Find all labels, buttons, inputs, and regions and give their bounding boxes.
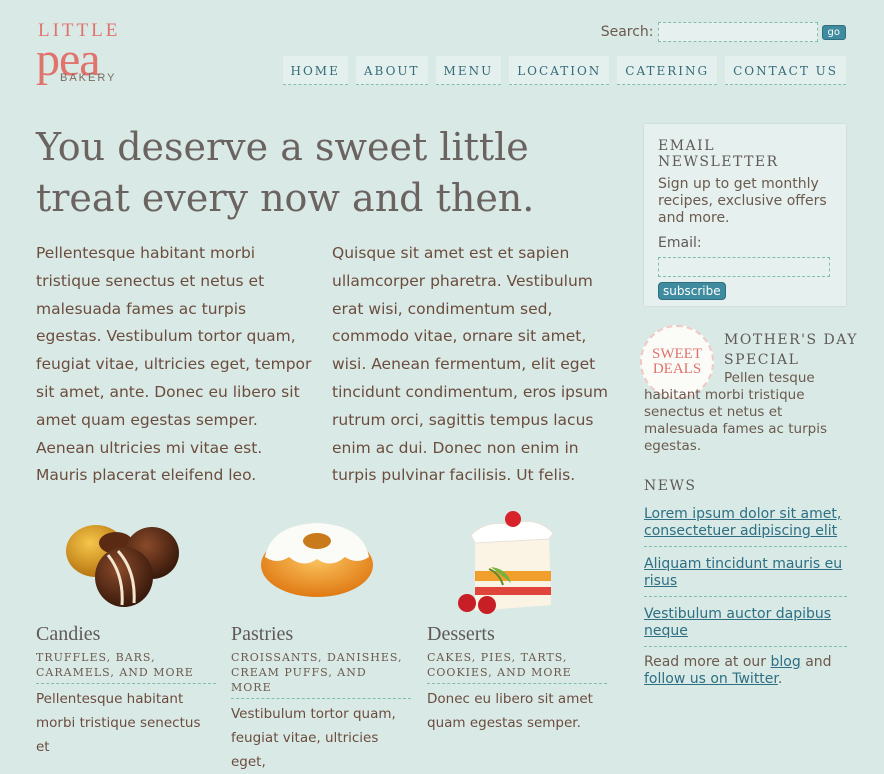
product-description: Donec eu libero sit amet quam egestas se… (427, 691, 593, 731)
news-title: NEWS (644, 478, 697, 494)
list-item: Aliquam tincidunt mauris eu risus (644, 555, 847, 597)
special-title: MOTHER'S DAY SPECIAL (724, 330, 858, 370)
news-link[interactable]: Lorem ipsum dolor sit amet, consectetuer… (644, 506, 841, 539)
newsletter-text: Sign up to get monthly recipes, exclusiv… (658, 176, 827, 226)
product-subtitle-line: CAKES, PIES, TARTS, (427, 651, 568, 664)
footer-text: and (800, 654, 832, 670)
footer-text: . (777, 671, 783, 687)
product-subtitle: CROISSANTS, DANISHES, CREAM PUFFS, AND M… (231, 650, 411, 699)
special-title-line: SPECIAL (724, 352, 800, 368)
list-item: Lorem ipsum dolor sit amet, consectetuer… (644, 505, 847, 547)
chocolate-candies-icon (36, 505, 216, 615)
news-link[interactable]: Vestibulum auctor dapibus neque (644, 606, 831, 639)
email-field[interactable] (658, 257, 830, 277)
logo[interactable]: LITTLE pea BAKERY (36, 20, 128, 90)
sidebar-footer: Read more at our blog and follow us on Tw… (644, 654, 849, 688)
special-title-line: MOTHER'S DAY (724, 332, 859, 348)
nav-home[interactable]: HOME (282, 56, 348, 85)
product-subtitle: CAKES, PIES, TARTS, COOKIES, AND MORE (427, 650, 607, 684)
product-subtitle-line: CROISSANTS, DANISHES, (231, 651, 403, 664)
intro-text-left: Pellentesque habitant morbi tristique se… (36, 244, 312, 485)
list-item: Vestibulum auctor dapibus neque (644, 605, 847, 647)
subscribe-button[interactable]: subscribe (658, 282, 726, 300)
twitter-link[interactable]: follow us on Twitter (644, 671, 778, 687)
bundt-cake-icon (231, 505, 411, 615)
product-subtitle-line: COOKIES, AND MORE (427, 666, 572, 679)
page-headline: You deserve a sweet little treat every n… (36, 125, 535, 220)
blog-link[interactable]: blog (771, 654, 801, 670)
product-desserts[interactable]: Desserts CAKES, PIES, TARTS, COOKIES, AN… (427, 505, 607, 735)
nav-menu[interactable]: MENU (435, 56, 502, 85)
newsletter-title: EMAIL NEWSLETTER (658, 138, 779, 170)
search-input[interactable] (657, 22, 818, 42)
footer-text: Read more at our (644, 654, 771, 670)
search-label: Search: (600, 24, 654, 40)
product-description: Pellentesque habitant morbi tristique se… (36, 691, 201, 755)
product-title: Candies (36, 623, 101, 645)
logo-bakery: BAKERY (60, 72, 117, 84)
product-candies[interactable]: Candies TRUFFLES, BARS, CARAMELS, AND MO… (36, 505, 216, 759)
intro-text-right: Quisque sit amet est et sapien ullamcorp… (332, 244, 609, 485)
cake-slice-icon (427, 505, 607, 615)
product-pastries[interactable]: Pastries CROISSANTS, DANISHES, CREAM PUF… (231, 505, 411, 774)
search-bar: Search: go (601, 22, 846, 42)
nav-about[interactable]: ABOUT (355, 56, 428, 85)
special-text: Pellen tesque habitant morbi tristique s… (644, 370, 828, 454)
product-title: Desserts (427, 623, 495, 645)
news-link[interactable]: Aliquam tincidunt mauris eu risus (644, 556, 842, 589)
newsletter-box: EMAIL NEWSLETTER Sign up to get monthly … (644, 124, 846, 306)
news-list: Lorem ipsum dolor sit amet, consectetuer… (644, 505, 847, 655)
nav-location[interactable]: LOCATION (509, 56, 610, 85)
search-go-button[interactable]: go (821, 24, 846, 40)
product-description: Vestibulum tortor quam, feugiat vitae, u… (231, 706, 396, 770)
product-subtitle-line: TRUFFLES, BARS, (36, 651, 156, 664)
main-nav: HOME ABOUT MENU LOCATION CATERING CONTAC… (282, 56, 846, 85)
product-subtitle-line: CARAMELS, AND MORE (36, 666, 194, 679)
product-title: Pastries (231, 623, 294, 645)
email-label: Email: (658, 235, 702, 251)
nav-catering[interactable]: CATERING (617, 56, 718, 85)
nav-contact-us[interactable]: CONTACT US (725, 56, 846, 85)
product-subtitle: TRUFFLES, BARS, CARAMELS, AND MORE (36, 650, 216, 684)
product-subtitle-line: CREAM PUFFS, AND MORE (231, 666, 367, 694)
badge-line: SWEET (652, 346, 702, 362)
